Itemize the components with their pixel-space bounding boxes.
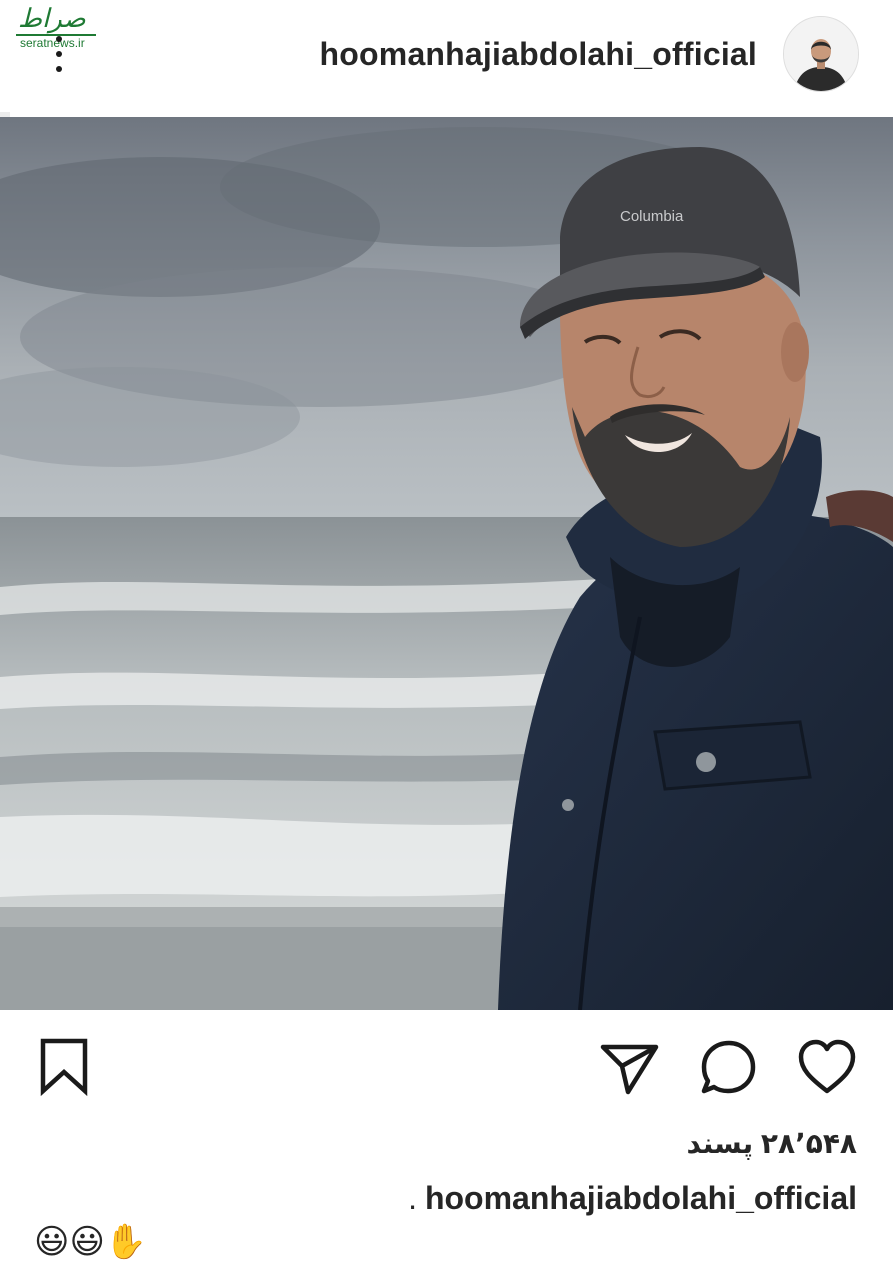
save-button[interactable] — [34, 1036, 96, 1098]
likes-count[interactable]: ۲۸٬۵۴۸ پسند — [687, 1126, 857, 1162]
watermark-logo: صراط — [18, 4, 86, 34]
more-dot — [56, 36, 62, 42]
cap-brand-logo: Columbia — [620, 208, 684, 225]
comment-emojis: 😃😃✋ — [34, 1222, 148, 1262]
bookmark-icon — [40, 1038, 88, 1097]
more-options-icon[interactable] — [46, 32, 72, 76]
caption: . hoomanhajiabdolahi_official — [408, 1178, 857, 1218]
like-button[interactable] — [796, 1036, 858, 1098]
heart-outline-icon — [798, 1039, 856, 1094]
share-button[interactable] — [598, 1036, 660, 1098]
more-dot — [56, 51, 62, 57]
profile-avatar[interactable] — [783, 16, 859, 92]
speech-bubble-icon — [701, 1040, 756, 1094]
caption-username[interactable]: hoomanhajiabdolahi_official — [425, 1180, 857, 1216]
comment-button[interactable] — [698, 1036, 760, 1098]
post-photo[interactable]: Columbia — [0, 117, 893, 1010]
paper-plane-icon — [600, 1044, 659, 1095]
more-dot — [56, 66, 62, 72]
post-header: صراط seratnews.ir hoomanhajiabdolahi_off… — [0, 0, 893, 112]
caption-trailing-text: . — [408, 1180, 417, 1216]
post-username[interactable]: hoomanhajiabdolahi_official — [320, 34, 757, 74]
